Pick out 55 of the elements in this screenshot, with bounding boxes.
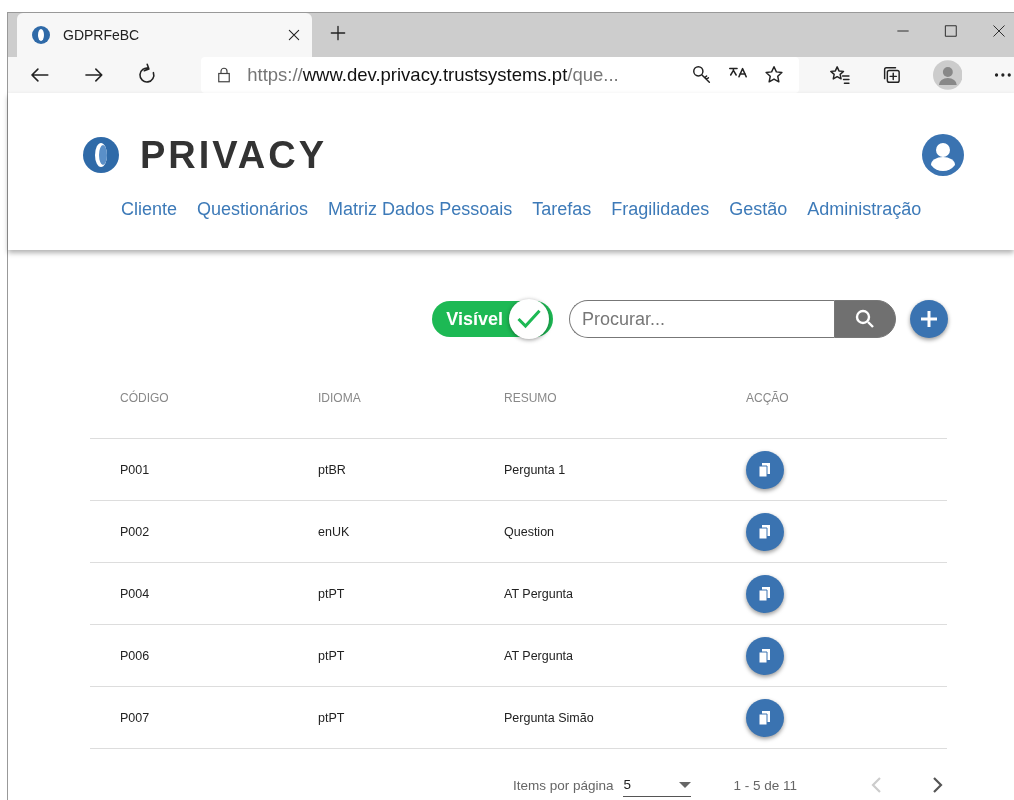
table-cell: P002 — [90, 500, 317, 563]
visibility-toggle[interactable]: Visível — [432, 301, 553, 337]
nav-link[interactable]: Fragilidades — [611, 199, 710, 220]
copy-button[interactable] — [746, 698, 784, 737]
table-cell: Pergunta Simão — [503, 686, 745, 749]
favorites-icon[interactable] — [829, 64, 851, 86]
maximize-icon[interactable] — [944, 24, 958, 38]
nav-link[interactable]: Matriz Dados Pessoais — [328, 199, 513, 220]
table-cell: ptPT — [317, 624, 503, 687]
nav-link[interactable]: Tarefas — [532, 199, 592, 220]
table-cell: P007 — [90, 686, 317, 749]
dropdown-icon — [679, 781, 692, 788]
new-tab-icon[interactable] — [328, 23, 348, 43]
table-cell: ptPT — [317, 686, 503, 749]
key-icon[interactable] — [691, 64, 713, 86]
logo-text: PRIVACY — [140, 133, 328, 177]
copy-button[interactable] — [746, 574, 784, 613]
add-button[interactable] — [910, 300, 948, 338]
close-icon[interactable] — [286, 27, 302, 43]
table-cell: Pergunta 1 — [503, 438, 745, 501]
nav-link[interactable]: Questionários — [197, 199, 309, 220]
table-cell: P006 — [90, 624, 317, 687]
logo-icon — [82, 136, 120, 174]
profile-avatar[interactable] — [932, 60, 963, 90]
table-cell: AT Pergunta — [503, 624, 745, 687]
table-cell: ptPT — [317, 562, 503, 625]
table-cell: P001 — [90, 438, 317, 501]
page-range: 1 - 5 de 11 — [733, 777, 797, 793]
address-bar[interactable]: https://www.dev.privacy.trustsystems.pt/que... — [201, 57, 799, 93]
nav-link[interactable]: Gestão — [729, 199, 788, 220]
copy-button[interactable] — [746, 512, 784, 551]
search-field[interactable]: Procurar... — [569, 300, 834, 338]
close-icon[interactable] — [992, 24, 1006, 38]
column-header: ACÇÃO — [745, 358, 947, 439]
column-header: CÓDIGO — [90, 358, 317, 439]
copy-button[interactable] — [746, 450, 784, 489]
browser-tab[interactable]: GDPRFeBC — [17, 13, 312, 57]
site-icon — [31, 25, 51, 45]
search-button[interactable] — [834, 300, 896, 338]
nav-link[interactable]: Cliente — [121, 199, 178, 220]
column-header: RESUMO — [503, 358, 745, 439]
page-size-label: Items por página — [512, 777, 614, 793]
column-header: IDIOMA — [317, 358, 503, 439]
url-text: https://www.dev.privacy.trustsystems.pt/que... — [247, 64, 620, 86]
nav-link[interactable]: Administração — [807, 199, 922, 220]
table-cell: ptBR — [317, 438, 503, 501]
copy-button[interactable] — [746, 636, 784, 675]
table-cell: enUK — [317, 500, 503, 563]
page-size-select[interactable]: 5 — [623, 773, 692, 797]
user-icon[interactable] — [922, 134, 964, 176]
table-cell: P004 — [90, 562, 317, 625]
plus-icon — [919, 309, 939, 329]
tab-title: GDPRFeBC — [63, 27, 141, 43]
table-cell: AT Pergunta — [503, 562, 745, 625]
table-cell: Question — [503, 500, 745, 563]
